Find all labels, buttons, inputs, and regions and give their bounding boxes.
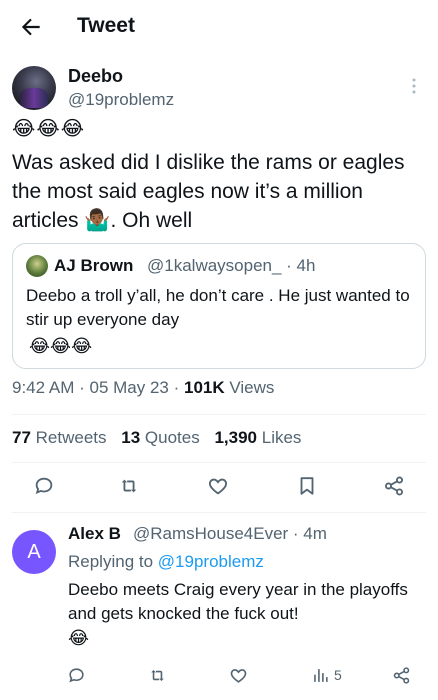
back-arrow-icon[interactable] [18, 14, 44, 40]
tweet-meta: 9:42 AM · 05 May 23 · 101K Views [12, 378, 275, 397]
reply-icon[interactable] [67, 663, 86, 687]
views-count: 101K [183, 378, 225, 397]
retweet-icon[interactable] [118, 475, 144, 501]
tweet-date: 05 May 23 [89, 378, 169, 397]
author-name[interactable]: Deebo [68, 66, 123, 87]
bookmark-icon[interactable] [296, 475, 322, 501]
like-icon[interactable] [207, 475, 233, 501]
quotes-stat[interactable]: 13 Quotes [121, 428, 199, 447]
views-icon [314, 668, 328, 682]
share-icon[interactable] [383, 475, 409, 501]
quote-handle-time: @1kalwaysopen_ · 4h [147, 256, 316, 275]
replying-to-link[interactable]: @19problemz [158, 552, 264, 571]
quote-avatar [26, 255, 48, 277]
likes-stat[interactable]: 1,390 Likes [214, 428, 301, 447]
tweet-actions [0, 472, 438, 506]
more-vertical-icon[interactable] [404, 76, 424, 96]
replying-to: Replying to @19problemz [68, 552, 264, 571]
top-bar: Tweet [0, 0, 438, 56]
quoted-tweet[interactable]: AJ Brown @1kalwaysopen_ · 4h Deebo a tro… [12, 243, 426, 369]
quote-text: Deebo a troll y’all, he don’t care . He … [26, 286, 410, 329]
tweet-emoji-line: 😂😂😂 [12, 118, 86, 140]
divider [12, 414, 426, 415]
reply-icon[interactable] [33, 475, 59, 501]
reply-actions: 5 [0, 660, 438, 690]
page-title: Tweet [77, 14, 135, 37]
retweet-icon[interactable] [148, 663, 167, 687]
tweet-text: Was asked did I dislike the rams or eagl… [12, 151, 405, 232]
share-icon[interactable] [392, 663, 411, 687]
tweet-time: 9:42 AM [12, 378, 75, 397]
divider [12, 462, 426, 463]
author-avatar[interactable] [12, 66, 56, 110]
reply-avatar[interactable]: A [12, 530, 56, 574]
divider [12, 512, 426, 513]
quote-author-name: AJ Brown [54, 256, 134, 275]
views-label: Views [229, 378, 275, 397]
engagement-stats: 77 Retweets 13 Quotes 1,390 Likes [12, 428, 311, 448]
quote-emoji: 😂😂😂 [29, 336, 93, 356]
retweets-stat[interactable]: 77 Retweets [12, 428, 107, 447]
reply-author-name[interactable]: Alex B [68, 524, 121, 544]
reply-emoji: 😂 [68, 628, 90, 648]
views-button[interactable]: 5 [311, 663, 342, 687]
reply-text: Deebo meets Craig every year in the play… [68, 580, 408, 623]
like-icon[interactable] [229, 663, 248, 687]
reply-handle-time: @RamsHouse4Ever · 4m [133, 524, 327, 543]
reply-views-count: 5 [334, 667, 342, 683]
author-handle[interactable]: @19problemz [68, 90, 174, 110]
